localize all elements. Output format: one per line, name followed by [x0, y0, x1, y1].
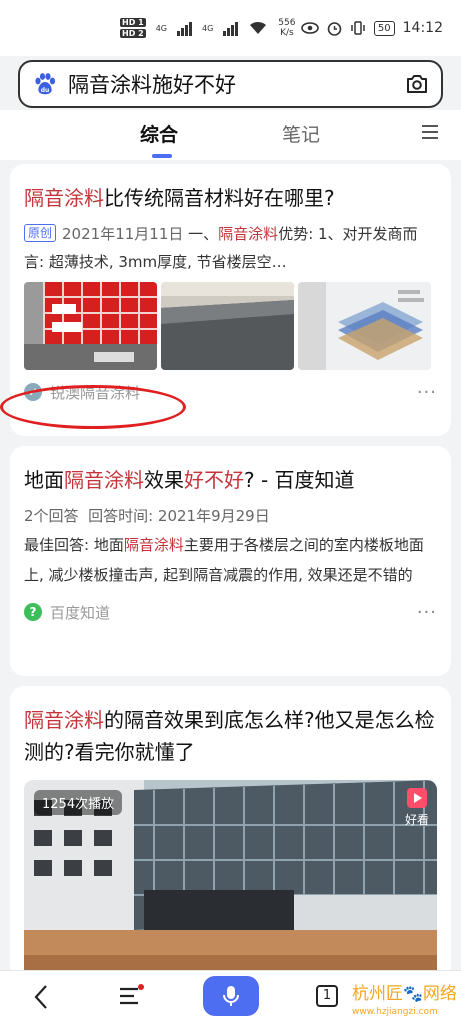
original-badge: 原创: [24, 224, 57, 242]
result-title[interactable]: 隔音涂料的隔音效果到底怎么样?他又是怎么检测的?看完你就懂了: [24, 704, 437, 768]
signal-icon: [176, 20, 192, 36]
play-count: 1254次播放: [34, 790, 123, 815]
play-icon: [406, 788, 427, 808]
signal-icon-2: [223, 20, 239, 36]
annotation-ellipse: [0, 385, 186, 429]
haokan-logo: 好看: [405, 788, 429, 828]
answer-meta: 2个回答 回答时间: 2021年9月29日: [24, 507, 270, 525]
search-input[interactable]: 隔音涂料施好不好: [68, 69, 405, 99]
question-icon: ?: [24, 603, 42, 621]
watermark: 杭州匠🐾网络 www.hzjiangzi.com: [352, 984, 457, 1018]
result-snippet: 最佳回答: 地面隔音涂料主要用于各楼层之间的室内楼板地面上, 减少楼板撞击声, …: [24, 536, 424, 584]
result-card-3[interactable]: 隔音涂料的隔音效果到底怎么样?他又是怎么检测的?看完你就懂了 1254次播放 好…: [10, 686, 451, 986]
result-snippet: 原创 2021年11月11日 一、隔音涂料优势: 1、对开发商而言: 超薄技术, …: [24, 224, 418, 271]
camera-icon[interactable]: [405, 73, 429, 95]
tab-notes[interactable]: 笔记: [282, 120, 320, 147]
net-speed: 556 K/s: [278, 18, 296, 38]
network-label-1: 4G: [155, 23, 167, 33]
microphone-icon: [223, 986, 239, 1006]
back-icon[interactable]: [32, 983, 50, 1011]
battery-icon: 50: [373, 20, 395, 36]
more-options-icon[interactable]: ···: [417, 382, 437, 403]
result-source[interactable]: ? 百度知道 ···: [24, 592, 437, 632]
tab-count-button[interactable]: 1: [316, 985, 338, 1007]
baidu-paw-icon: du: [35, 73, 56, 95]
status-bar: HD 1 HD 2 4G 4G 556 K/s 50 14:12: [0, 0, 461, 56]
menu-icon[interactable]: [421, 124, 439, 140]
hd-indicator: HD 1 HD 2: [120, 18, 146, 38]
more-options-icon[interactable]: ···: [417, 602, 437, 623]
eye-icon: [301, 22, 319, 34]
tab-comprehensive[interactable]: 综合: [140, 120, 178, 158]
thumbnail-row[interactable]: [24, 282, 437, 370]
video-thumbnail[interactable]: 1254次播放 好看: [24, 780, 437, 980]
voice-search-button[interactable]: [203, 976, 259, 1016]
network-label-2: 4G: [201, 23, 214, 33]
list-icon[interactable]: [118, 983, 144, 1009]
status-time: 14:12: [402, 20, 443, 36]
thumbnail-diagram[interactable]: [298, 282, 431, 370]
wifi-icon: [250, 21, 267, 34]
svg-text:du: du: [41, 87, 50, 94]
result-title[interactable]: 地面隔音涂料效果好不好? - 百度知道: [24, 464, 437, 496]
search-bar[interactable]: du 隔音涂料施好不好: [18, 60, 443, 108]
tab-bar: 综合 笔记: [0, 110, 461, 160]
result-title[interactable]: 隔音涂料比传统隔音材料好在哪里?: [24, 182, 437, 214]
thumbnail-red-tiles[interactable]: [24, 282, 157, 370]
result-card-2[interactable]: 地面隔音涂料效果好不好? - 百度知道 2个回答 回答时间: 2021年9月29…: [10, 446, 451, 676]
alarm-icon: [327, 21, 342, 36]
vibrate-icon: [351, 21, 365, 35]
thumbnail-floor[interactable]: [161, 282, 294, 370]
